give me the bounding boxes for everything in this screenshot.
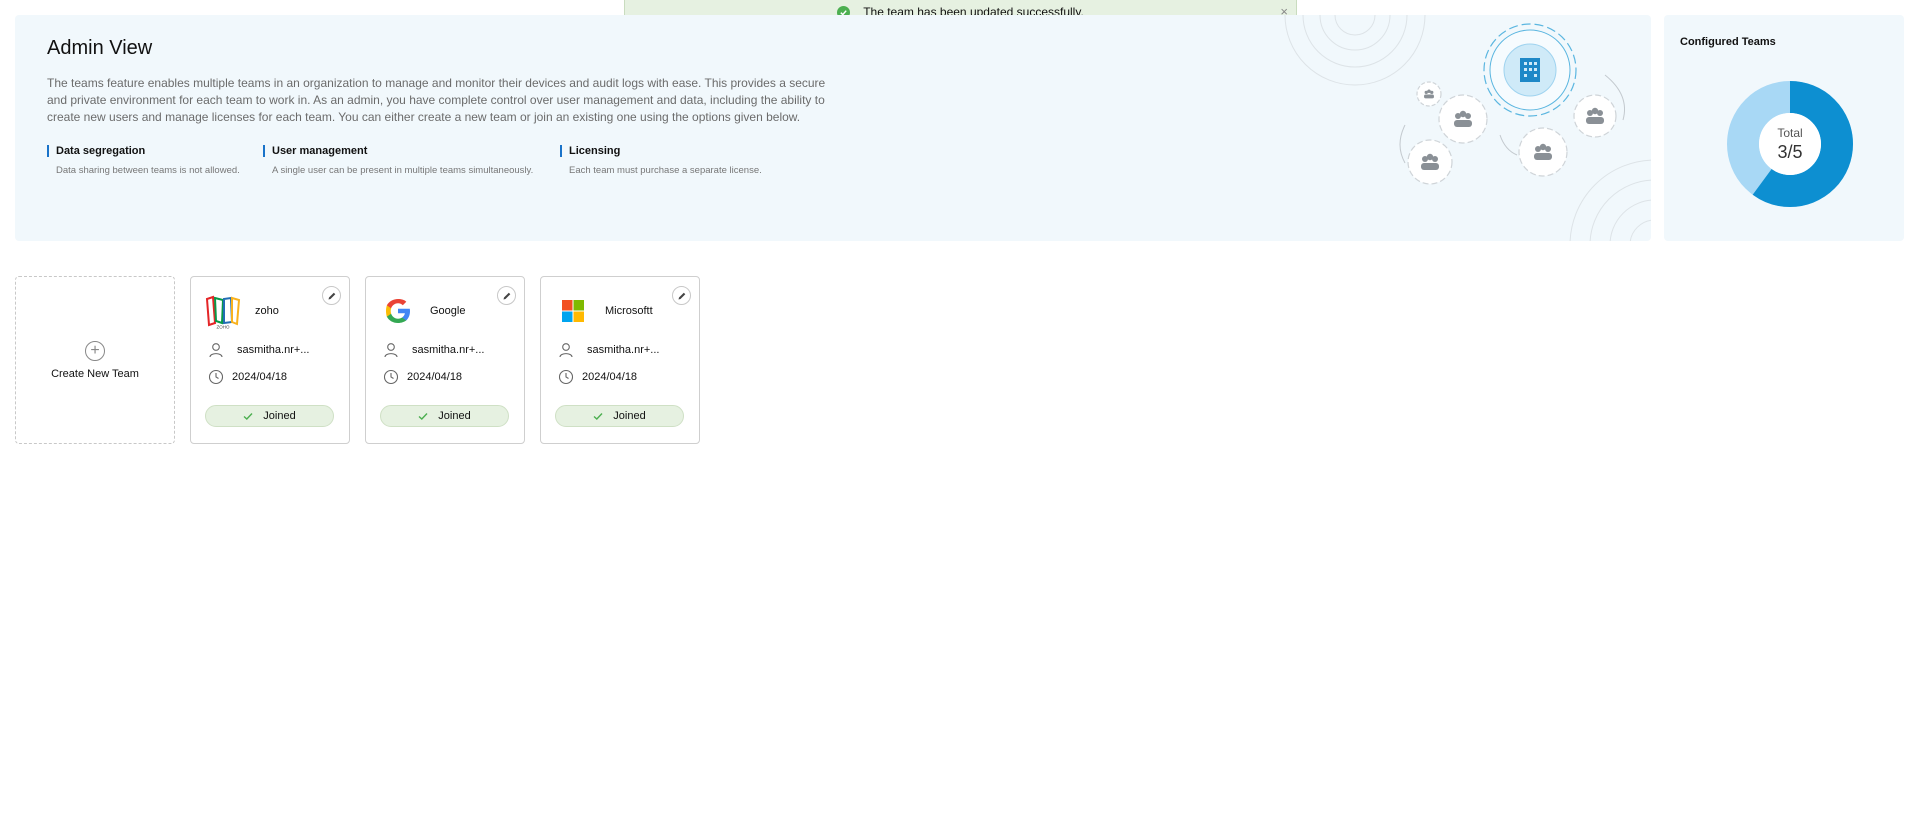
joined-button[interactable]: Joined [205,405,334,427]
donut-total-label: Total [1777,125,1803,140]
team-date: 2024/04/18 [582,371,638,383]
team-date-row: 2024/04/18 [382,368,462,386]
clock-icon [383,369,399,385]
joined-button[interactable]: Joined [380,405,509,427]
admin-description: The teams feature enables multiple teams… [47,76,826,124]
team-owner: sasmitha.nr+... [237,344,310,356]
feature-user-management: User management A single user can be pre… [263,145,533,176]
joined-label: Joined [438,410,471,422]
team-date-row: 2024/04/18 [207,368,287,386]
microsoft-logo-icon [562,300,584,322]
create-new-team-label: Create New Team [51,367,139,380]
user-icon [384,343,398,358]
team-card-google[interactable]: Google sasmitha.nr+... 2024/04/18 Joined [365,276,525,444]
pencil-icon [328,292,335,299]
create-new-team-card[interactable]: + Create New Team [15,276,175,444]
edit-team-button[interactable] [672,286,691,305]
feature-title: Licensing [560,145,762,157]
team-date: 2024/04/18 [232,371,288,383]
team-owner-row: sasmitha.nr+... [382,341,484,359]
joined-label: Joined [613,410,646,422]
edit-team-button[interactable] [322,286,341,305]
configured-teams-panel: Configured Teams Total 3/5 [1664,15,1904,241]
feature-desc: A single user can be present in multiple… [272,165,534,176]
feature-desc: Data sharing between teams is not allowe… [56,165,240,176]
edit-team-button[interactable] [497,286,516,305]
user-icon [209,343,223,358]
clock-icon [208,369,224,385]
user-icon [559,343,573,358]
google-logo-icon [386,299,410,323]
feature-licensing: Licensing Each team must purchase a sepa… [560,145,762,176]
page-title: Admin View [47,37,153,59]
team-owner: sasmitha.nr+... [412,344,485,356]
joined-button[interactable]: Joined [555,405,684,427]
pencil-icon [503,292,510,299]
team-owner-row: sasmitha.nr+... [207,341,309,359]
team-owner-row: sasmitha.nr+... [557,341,659,359]
joined-label: Joined [263,410,296,422]
feature-title: Data segregation [47,145,240,157]
teams-gears-illustration [1284,15,1651,241]
admin-view-panel: Admin View The teams feature enables mul… [15,15,1651,241]
clock-icon [558,369,574,385]
svg-text:ZOHO: ZOHO [217,325,230,330]
feature-title: User management [263,145,533,157]
check-icon [243,412,253,420]
check-icon [418,412,428,420]
feature-data-segregation: Data segregation Data sharing between te… [47,145,240,176]
plus-circle-icon: + [85,340,105,361]
team-date: 2024/04/18 [407,371,463,383]
team-date-row: 2024/04/18 [557,368,637,386]
feature-desc: Each team must purchase a separate licen… [569,165,762,176]
donut-total-value: 3/5 [1777,141,1803,162]
team-name: Microsoftt [605,305,653,317]
team-name: Google [430,305,466,317]
team-card-zoho[interactable]: ZOHO zoho sasmitha.nr+... 2024/04/18 Joi… [190,276,350,444]
pencil-icon [678,292,685,299]
team-owner: sasmitha.nr+... [587,344,660,356]
check-icon [593,412,603,420]
donut-center: Total 3/5 [1726,80,1854,208]
zoho-logo-icon: ZOHO [205,295,241,330]
configured-teams-title: Configured Teams [1680,36,1776,48]
team-name: zoho [255,305,279,317]
team-card-microsoftt[interactable]: Microsoftt sasmitha.nr+... 2024/04/18 Jo… [540,276,700,444]
